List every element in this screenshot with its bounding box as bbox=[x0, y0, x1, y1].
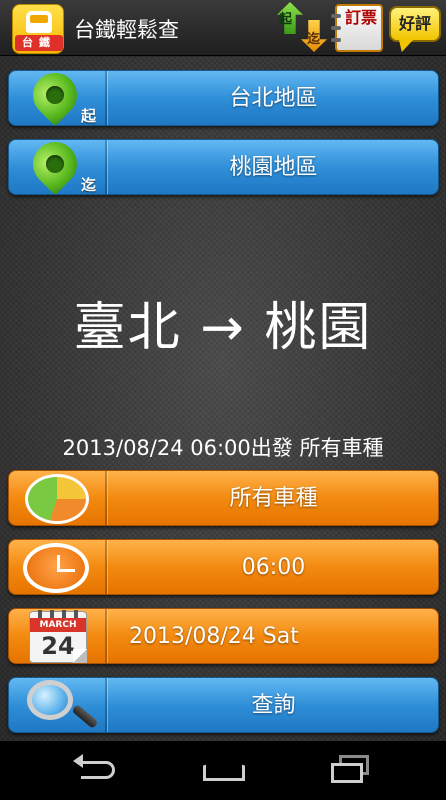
ticket-icon[interactable]: 訂票 bbox=[331, 4, 383, 52]
magnifier-icon bbox=[21, 678, 101, 732]
train-type-label: 所有車種 bbox=[229, 486, 318, 511]
home-icon[interactable] bbox=[199, 755, 247, 785]
divider bbox=[105, 140, 107, 194]
swap-origin-label: 起 bbox=[279, 12, 293, 27]
system-nav-bar bbox=[0, 741, 446, 800]
search-label: 查詢 bbox=[251, 693, 296, 718]
app-title: 台鐵輕鬆查 bbox=[74, 18, 179, 42]
search-summary: 2013/08/24 06:00出發 所有車種 bbox=[62, 436, 384, 460]
date-button[interactable]: MARCH 24 2013/08/24 Sat bbox=[8, 608, 439, 664]
swap-icon[interactable]: 起 迄 bbox=[277, 2, 329, 54]
route-from: 臺北 bbox=[73, 298, 182, 358]
location-pin-icon: 起 bbox=[23, 71, 96, 125]
origin-region-button[interactable]: 起 台北地區 bbox=[8, 70, 439, 126]
date-label: 2013/08/24 Sat bbox=[129, 624, 299, 649]
review-icon[interactable]: 好評 bbox=[389, 6, 441, 42]
swap-destination-label: 迄 bbox=[307, 32, 321, 47]
divider bbox=[105, 71, 107, 125]
pie-chart-icon bbox=[25, 474, 89, 524]
logo-text: 台鐵 bbox=[15, 35, 63, 51]
route-display: 臺北 → 桃園 bbox=[0, 285, 446, 360]
ticket-label: 訂票 bbox=[344, 8, 377, 27]
app-bar: 台鐵 台鐵輕鬆查 起 迄 訂票 好評 bbox=[0, 0, 446, 56]
train-logo-icon: 台鐵 bbox=[12, 4, 64, 54]
origin-region-label: 台北地區 bbox=[229, 86, 318, 111]
calendar-month: MARCH bbox=[30, 618, 86, 632]
divider bbox=[105, 678, 107, 732]
destination-region-label: 桃園地區 bbox=[229, 155, 318, 180]
divider bbox=[105, 540, 107, 594]
route-arrow: → bbox=[200, 298, 246, 358]
recent-apps-icon[interactable] bbox=[327, 755, 375, 785]
calendar-icon: MARCH 24 bbox=[29, 610, 87, 663]
time-label: 06:00 bbox=[241, 555, 306, 580]
divider bbox=[105, 471, 107, 525]
route-to: 桃園 bbox=[264, 298, 373, 358]
origin-tag: 起 bbox=[81, 107, 97, 125]
destination-tag: 迄 bbox=[81, 176, 97, 194]
search-button[interactable]: 查詢 bbox=[8, 677, 439, 733]
back-icon[interactable] bbox=[73, 754, 123, 785]
destination-region-button[interactable]: 迄 桃園地區 bbox=[8, 139, 439, 195]
divider bbox=[105, 609, 107, 663]
time-button[interactable]: 06:00 bbox=[8, 539, 439, 595]
location-pin-icon: 迄 bbox=[23, 140, 96, 194]
train-type-button[interactable]: 所有車種 bbox=[8, 470, 439, 526]
clock-icon bbox=[23, 543, 89, 593]
